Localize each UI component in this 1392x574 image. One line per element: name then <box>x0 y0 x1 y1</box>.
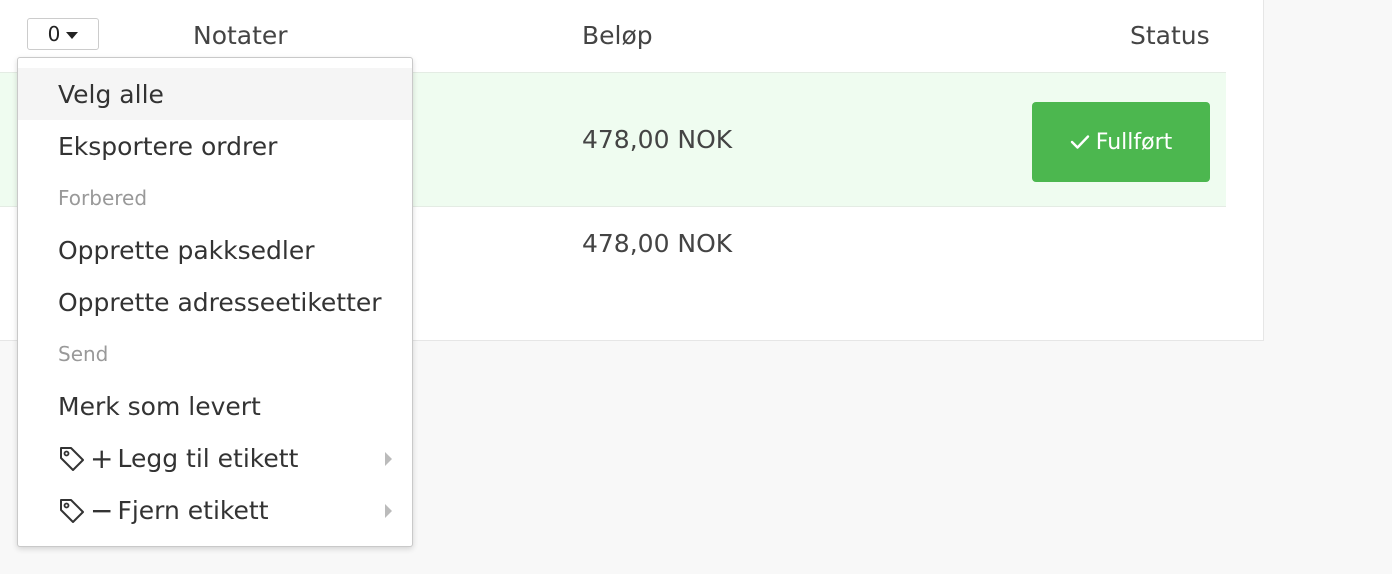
selected-count: 0 <box>47 22 61 46</box>
menu-item-label: Opprette pakksedler <box>58 235 315 265</box>
menu-item-label: Fjern etikett <box>117 495 269 525</box>
menu-item-label: Velg alle <box>58 79 164 109</box>
caret-down-icon <box>66 31 79 39</box>
menu-section-prepare: Forbered <box>18 172 412 224</box>
menu-item-remove-tag[interactable]: − Fjern etikett <box>18 484 412 536</box>
order-amount: 478,00 NOK <box>582 125 733 154</box>
menu-item-add-tag[interactable]: + Legg til etikett <box>18 432 412 484</box>
menu-item-label: Merk som levert <box>58 391 261 421</box>
menu-section-label: Forbered <box>58 186 148 210</box>
bulk-actions-menu: Velg alle Eksportere ordrer Forbered Opp… <box>17 57 413 547</box>
orders-page: 0 Notater Beløp Status 478,00 NOK Fullfø… <box>0 0 1392 574</box>
status-label: Fullført <box>1095 129 1173 155</box>
menu-item-select-all[interactable]: Velg alle <box>18 68 412 120</box>
minus-icon: − <box>90 493 114 527</box>
tag-icon <box>58 497 86 523</box>
bulk-select-dropdown-button[interactable]: 0 <box>27 18 99 50</box>
menu-section-send: Send <box>18 328 412 380</box>
menu-item-label: Opprette adresseetiketter <box>58 287 382 317</box>
menu-item-create-packing-slips[interactable]: Opprette pakksedler <box>18 224 412 276</box>
column-header-status[interactable]: Status <box>1130 18 1210 54</box>
column-header-amount[interactable]: Beløp <box>582 18 653 54</box>
menu-item-label: Legg til etikett <box>117 443 299 473</box>
order-amount: 478,00 NOK <box>582 229 733 258</box>
menu-item-mark-delivered[interactable]: Merk som levert <box>18 380 412 432</box>
menu-section-label: Send <box>58 342 109 366</box>
checkmark-icon <box>1070 134 1090 150</box>
chevron-right-icon <box>385 504 392 518</box>
status-completed-button[interactable]: Fullført <box>1032 102 1210 182</box>
menu-item-label: Eksportere ordrer <box>58 131 278 161</box>
menu-item-create-address-labels[interactable]: Opprette adresseetiketter <box>18 276 412 328</box>
menu-item-export-orders[interactable]: Eksportere ordrer <box>18 120 412 172</box>
chevron-right-icon <box>385 452 392 466</box>
tag-icon <box>58 445 86 471</box>
plus-icon: + <box>90 441 114 475</box>
column-header-notes[interactable]: Notater <box>193 18 288 54</box>
